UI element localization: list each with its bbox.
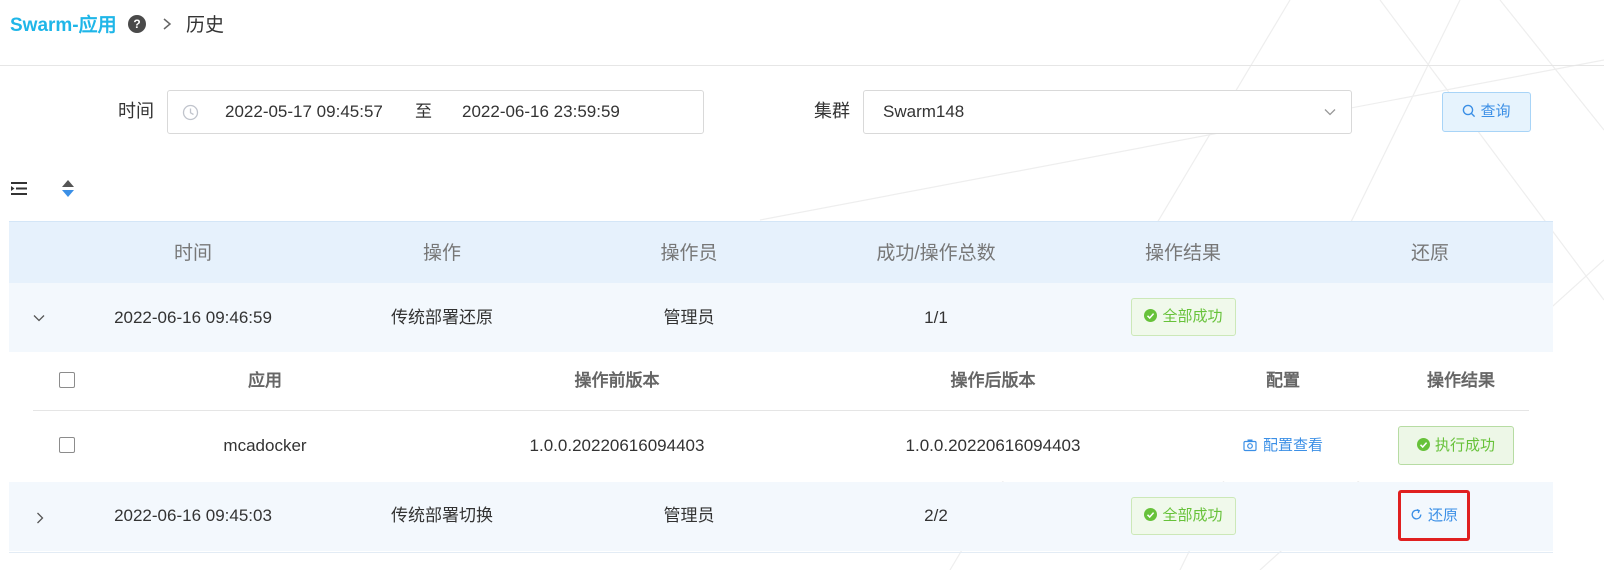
row-after-version: 1.0.0.20220616094403: [905, 436, 1081, 455]
status-badge-label: 执行成功: [1434, 437, 1495, 454]
help-icon[interactable]: ?: [128, 15, 146, 33]
row-success-count: 1/1: [924, 308, 948, 327]
sort-icon[interactable]: [61, 179, 75, 199]
row-time: 2022-06-16 09:45:03: [114, 506, 272, 525]
query-button[interactable]: 查询: [1442, 92, 1531, 132]
restore-button-label: 还原: [1427, 507, 1458, 524]
row-before-version: 1.0.0.20220616094403: [529, 436, 705, 455]
cluster-select[interactable]: Swarm148: [863, 90, 1352, 134]
status-badge-label: 全部成功: [1162, 308, 1223, 325]
clock-icon: [182, 104, 199, 121]
table-bottom-divider: [9, 552, 1553, 553]
column-header-after-version: 操作后版本: [950, 371, 1036, 390]
select-all-checkbox[interactable]: [59, 372, 75, 388]
search-icon: [1463, 104, 1476, 117]
column-header-operation: 操作: [422, 243, 461, 264]
query-button-label: 查询: [1480, 103, 1511, 120]
view-config-label: 配置查看: [1263, 437, 1324, 454]
status-badge: 全部成功: [1131, 497, 1236, 535]
column-header-before-version: 操作前版本: [574, 371, 660, 390]
start-time-input[interactable]: 2022-05-17 09:45:57: [225, 101, 383, 123]
history-table-header: 时间 操作 操作员 成功/操作总数 操作结果 还原: [9, 221, 1553, 283]
row-operator: 管理员: [663, 506, 715, 525]
column-header-config: 配置: [1266, 371, 1300, 390]
row-operation: 传统部署还原: [391, 308, 493, 327]
range-separator: 至: [415, 102, 432, 121]
end-time-input[interactable]: 2022-06-16 23:59:59: [462, 101, 620, 123]
column-header-operator: 操作员: [660, 243, 718, 264]
detail-table-header: 应用 操作前版本 操作后版本 配置 操作结果: [33, 352, 1529, 411]
column-header-result: 操作结果: [1144, 243, 1221, 264]
chevron-right-icon[interactable]: [33, 511, 47, 525]
chevron-down-icon: [1324, 109, 1336, 116]
status-badge: 全部成功: [1131, 298, 1236, 336]
page-header: Swarm-应用 ? 历史: [0, 0, 1604, 66]
status-badge: 执行成功: [1398, 426, 1514, 465]
row-operation: 传统部署切换: [391, 506, 493, 525]
list-indent-icon[interactable]: [11, 181, 28, 196]
chevron-right-icon: [163, 18, 172, 30]
row-operator: 管理员: [663, 308, 715, 327]
row-checkbox[interactable]: [59, 437, 75, 453]
column-header-success-count: 成功/操作总数: [876, 243, 996, 264]
cluster-label: 集群: [814, 101, 850, 121]
check-circle-icon: [1144, 508, 1158, 522]
chevron-down-icon[interactable]: [32, 311, 46, 325]
column-header-op-result: 操作结果: [1427, 371, 1495, 390]
table-row: 2022-06-16 09:45:03 传统部署切换 管理员 2/2 全部成功: [9, 482, 1553, 551]
restore-button[interactable]: 还原: [1398, 490, 1470, 541]
breadcrumb-app-link[interactable]: Swarm-应用: [10, 14, 117, 38]
column-header-restore: 还原: [1410, 243, 1449, 264]
refresh-icon: [1411, 509, 1422, 520]
status-badge-label: 全部成功: [1162, 507, 1223, 524]
table-row: mcadocker 1.0.0.20220616094403 1.0.0.202…: [33, 411, 1529, 481]
check-circle-icon: [1144, 309, 1158, 323]
column-header-app: 应用: [248, 371, 282, 390]
view-config-link[interactable]: 配置查看: [1243, 436, 1323, 456]
date-range-picker[interactable]: 2022-05-17 09:45:57 至 2022-06-16 23:59:5…: [167, 90, 704, 134]
check-circle-icon: [1416, 438, 1430, 452]
row-time: 2022-06-16 09:46:59: [114, 308, 272, 327]
breadcrumb-current: 历史: [186, 15, 225, 36]
cluster-value: Swarm148: [883, 102, 965, 121]
table-row: 2022-06-16 09:46:59 传统部署还原 管理员 1/1 全部成功: [9, 283, 1553, 352]
row-success-count: 2/2: [924, 506, 948, 525]
time-label: 时间: [118, 101, 154, 121]
camera-icon: [1243, 439, 1257, 451]
row-app-name: mcadocker: [223, 436, 307, 455]
column-header-time: 时间: [173, 243, 212, 264]
